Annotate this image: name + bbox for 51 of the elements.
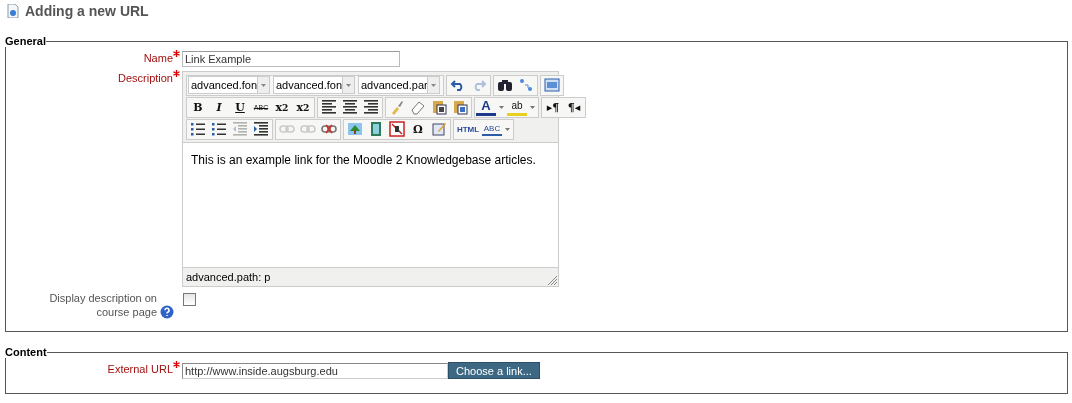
align-left-icon[interactable] [321, 99, 337, 115]
image-icon[interactable] [347, 121, 363, 137]
edit-icon[interactable] [431, 121, 447, 137]
align-right-icon[interactable] [363, 99, 379, 115]
editor-content[interactable]: This is an example link for the Moodle 2 Knowledgebase articles. [183, 142, 558, 268]
caret-icon [346, 83, 351, 87]
page-title: Adding a new URL [25, 3, 149, 19]
resize-handle-icon[interactable] [547, 275, 557, 285]
toolbar-dropdown[interactable]: advanced.fon [273, 76, 355, 94]
choose-link-button[interactable]: Choose a link... [448, 362, 540, 379]
align-center-icon[interactable] [342, 99, 358, 115]
caret-icon[interactable] [530, 105, 535, 109]
caret-icon[interactable] [505, 127, 510, 131]
eraser-icon[interactable] [410, 99, 426, 115]
field-label: Display description on course page [48, 291, 157, 319]
description-text: This is an example link for the Moodle 2 Knowledgebase articles. [191, 153, 537, 167]
number-list-icon[interactable] [211, 121, 227, 137]
element-path: advanced.path: p [186, 270, 271, 285]
no-entry-icon[interactable] [389, 121, 405, 137]
section-legend: Content [5, 346, 47, 358]
toolbar-button[interactable]: B [188, 98, 208, 116]
film-icon[interactable] [368, 121, 384, 137]
field-label: External URL [107, 363, 173, 375]
url-field[interactable]: http://www.inside.augsburg.edu [182, 362, 448, 379]
toolbar-button[interactable]: U [230, 98, 250, 116]
field-label: Description [117, 72, 173, 84]
brush-icon[interactable] [389, 99, 405, 115]
bullet-list-icon[interactable] [190, 121, 206, 137]
name-field[interactable]: Link Example [182, 51, 400, 67]
caret-icon[interactable] [499, 105, 504, 109]
toolbar-button[interactable]: HTML [455, 120, 481, 138]
toolbar-dropdown[interactable]: advanced.fon [188, 76, 270, 94]
find-icon[interactable] [497, 77, 513, 93]
toolbar-button[interactable]: ABC [482, 122, 502, 136]
paste-word-icon[interactable] [452, 99, 468, 115]
toolbar-button[interactable]: Ω [408, 120, 428, 138]
caret-icon [431, 83, 436, 87]
indent-icon[interactable] [253, 121, 269, 137]
toolbar-button[interactable]: A [476, 98, 496, 116]
caret-icon [261, 83, 266, 87]
document-icon [7, 4, 19, 18]
toolbar-button[interactable]: I [209, 98, 229, 116]
toolbar-dropdown[interactable]: advanced.par [358, 76, 440, 94]
help-icon[interactable] [160, 305, 174, 319]
field-label: Name [143, 52, 173, 64]
section-legend: General [5, 35, 46, 47]
toolbar-button[interactable]: ab [507, 98, 527, 116]
paste-text-icon[interactable] [431, 99, 447, 115]
checkbox[interactable] [183, 293, 196, 306]
toolbar-button[interactable]: ¶◂ [564, 98, 584, 116]
toolbar-button[interactable]: ▸¶ [543, 98, 563, 116]
